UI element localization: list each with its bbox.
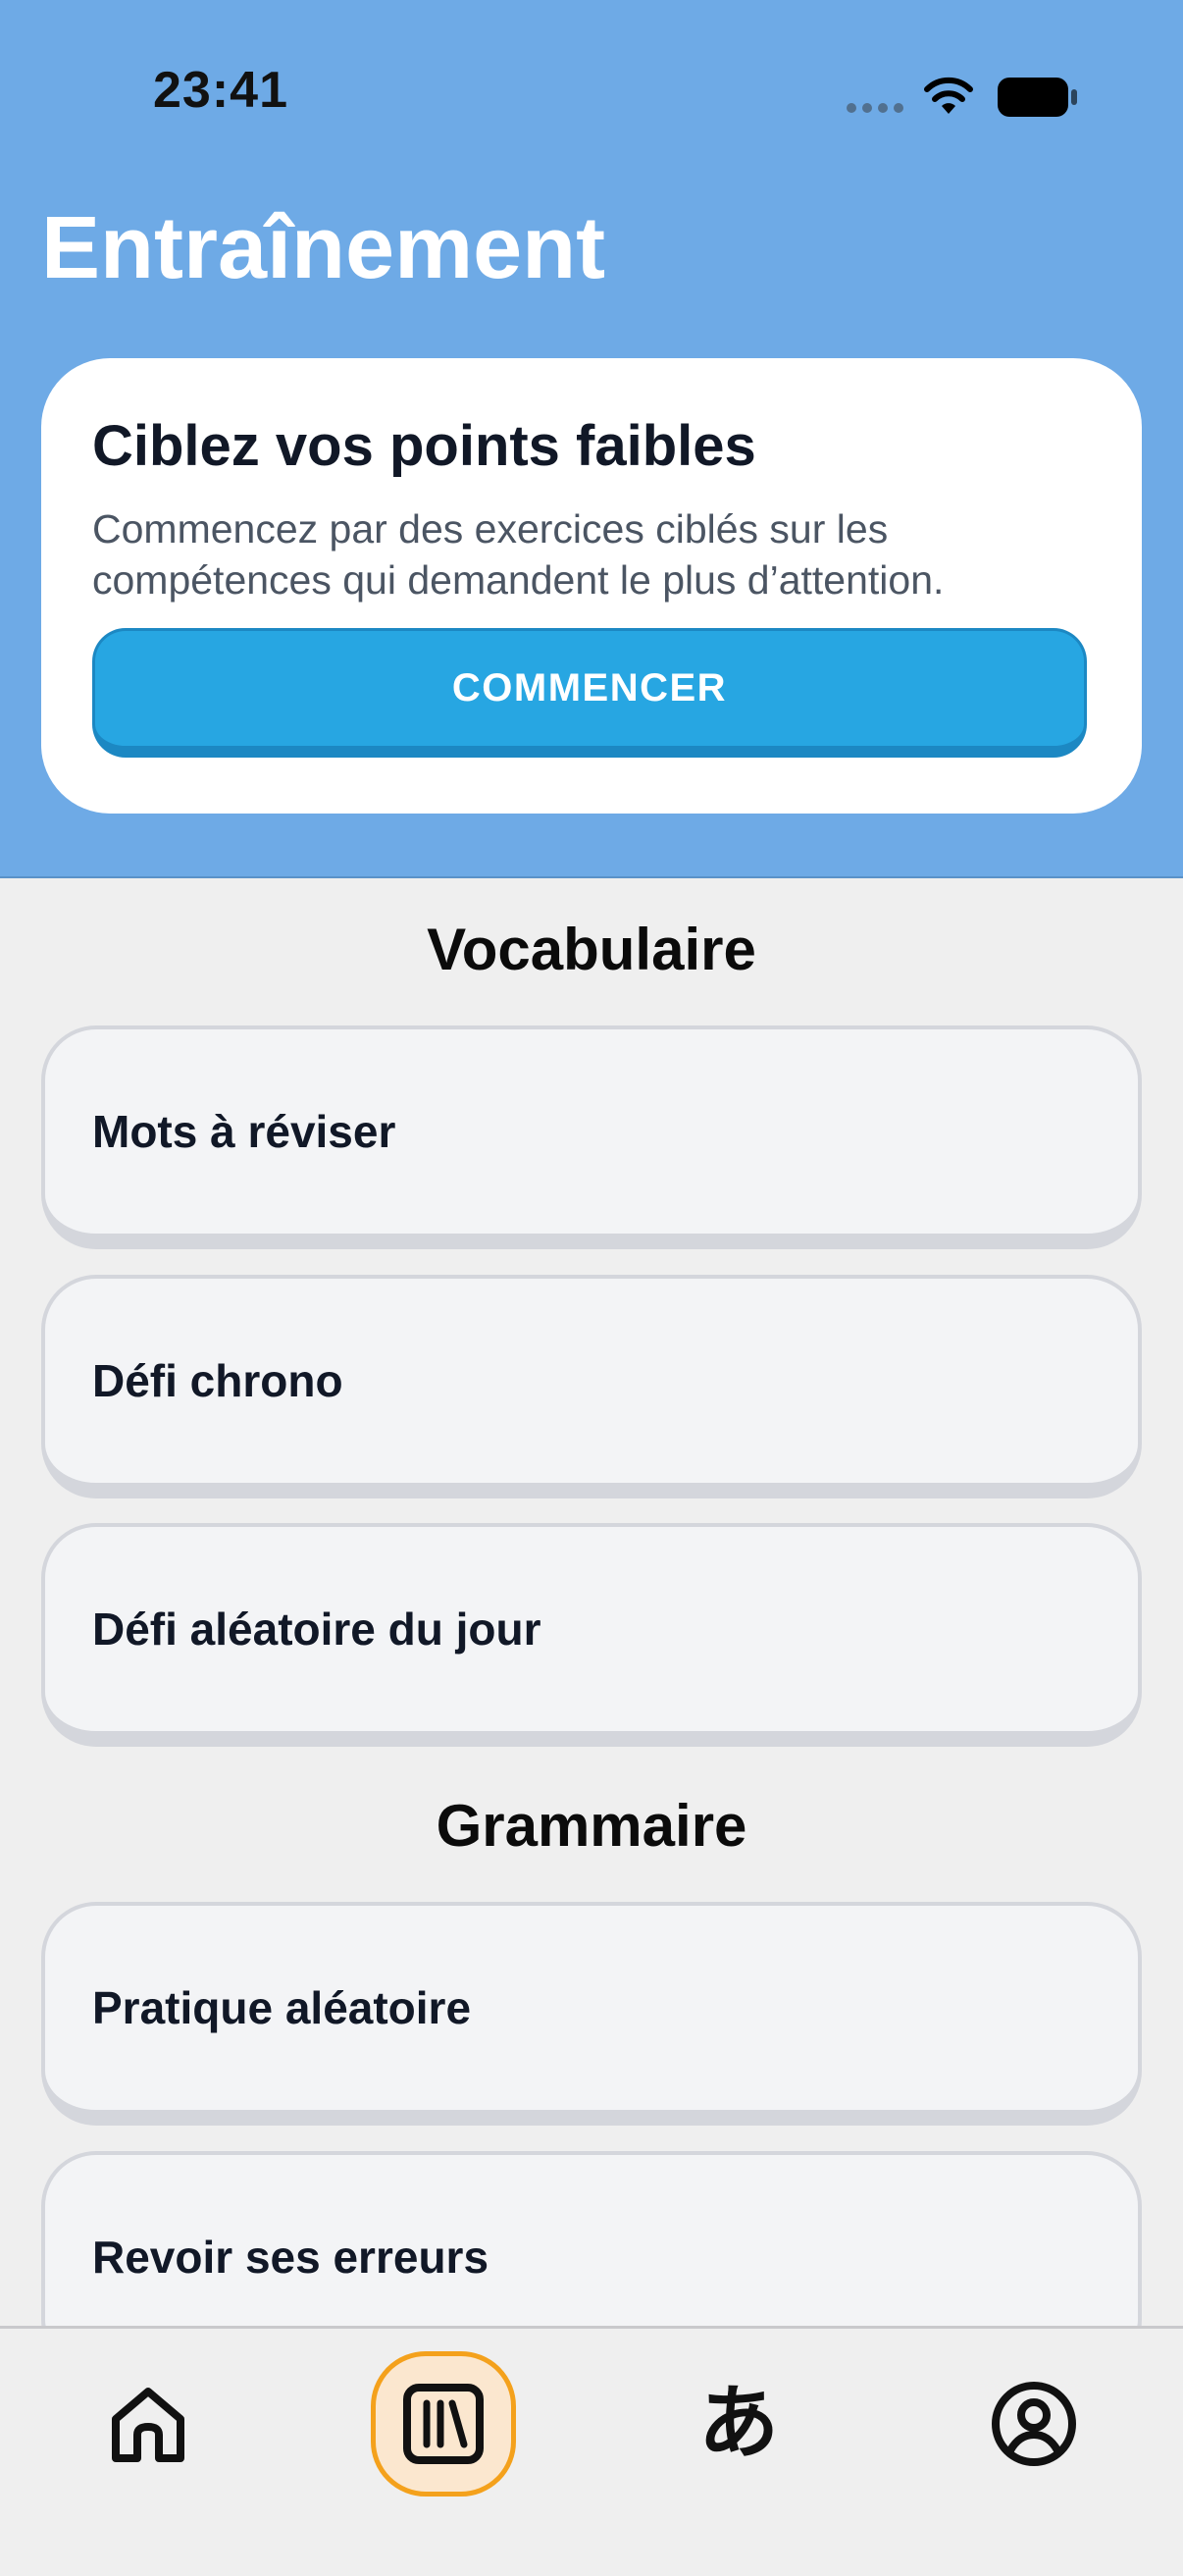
page-title: Entraînement — [41, 199, 606, 297]
exercise-item-label: Mots à réviser — [92, 1106, 396, 1157]
exercise-item-words-to-review[interactable]: Mots à réviser — [41, 1025, 1142, 1249]
focus-card-description: Commencez par des exercices ciblés sur l… — [92, 506, 945, 603]
tab-characters[interactable]: あ — [666, 2351, 811, 2497]
profile-icon — [992, 2382, 1076, 2466]
section-title-vocabulary: Vocabulaire — [427, 917, 756, 982]
exercise-item-label: Défi aléatoire du jour — [92, 1603, 541, 1655]
section-title-grammar: Grammaire — [436, 1793, 747, 1859]
exercise-item-timed-challenge[interactable]: Défi chrono — [41, 1275, 1142, 1498]
tab-practice-library[interactable] — [371, 2351, 516, 2497]
start-button[interactable]: COMMENCER — [92, 628, 1087, 758]
exercise-item-random-practice[interactable]: Pratique aléatoire — [41, 1902, 1142, 2126]
tab-home[interactable] — [76, 2351, 221, 2497]
status-time: 23:41 — [153, 62, 288, 119]
hiragana-icon: あ — [697, 2377, 779, 2470]
header-banner: 23:41 Entraînement Ciblez vos points fai… — [0, 0, 1183, 878]
home-icon — [112, 2388, 184, 2462]
exercise-item-label: Pratique aléatoire — [92, 1982, 472, 2033]
focus-weak-points-card: Ciblez vos points faibles Commencez par … — [41, 358, 1142, 814]
signal-dots-icon — [847, 103, 903, 113]
focus-card-title: Ciblez vos points faibles — [92, 414, 756, 478]
wifi-icon — [924, 77, 973, 114]
exercise-item-daily-random-challenge[interactable]: Défi aléatoire du jour — [41, 1523, 1142, 1747]
library-icon — [403, 2384, 484, 2464]
tab-profile[interactable] — [961, 2351, 1106, 2497]
exercise-item-label: Défi chrono — [92, 1355, 343, 1406]
battery-icon — [998, 78, 1077, 117]
bottom-tab-bar: あ — [0, 2326, 1183, 2576]
